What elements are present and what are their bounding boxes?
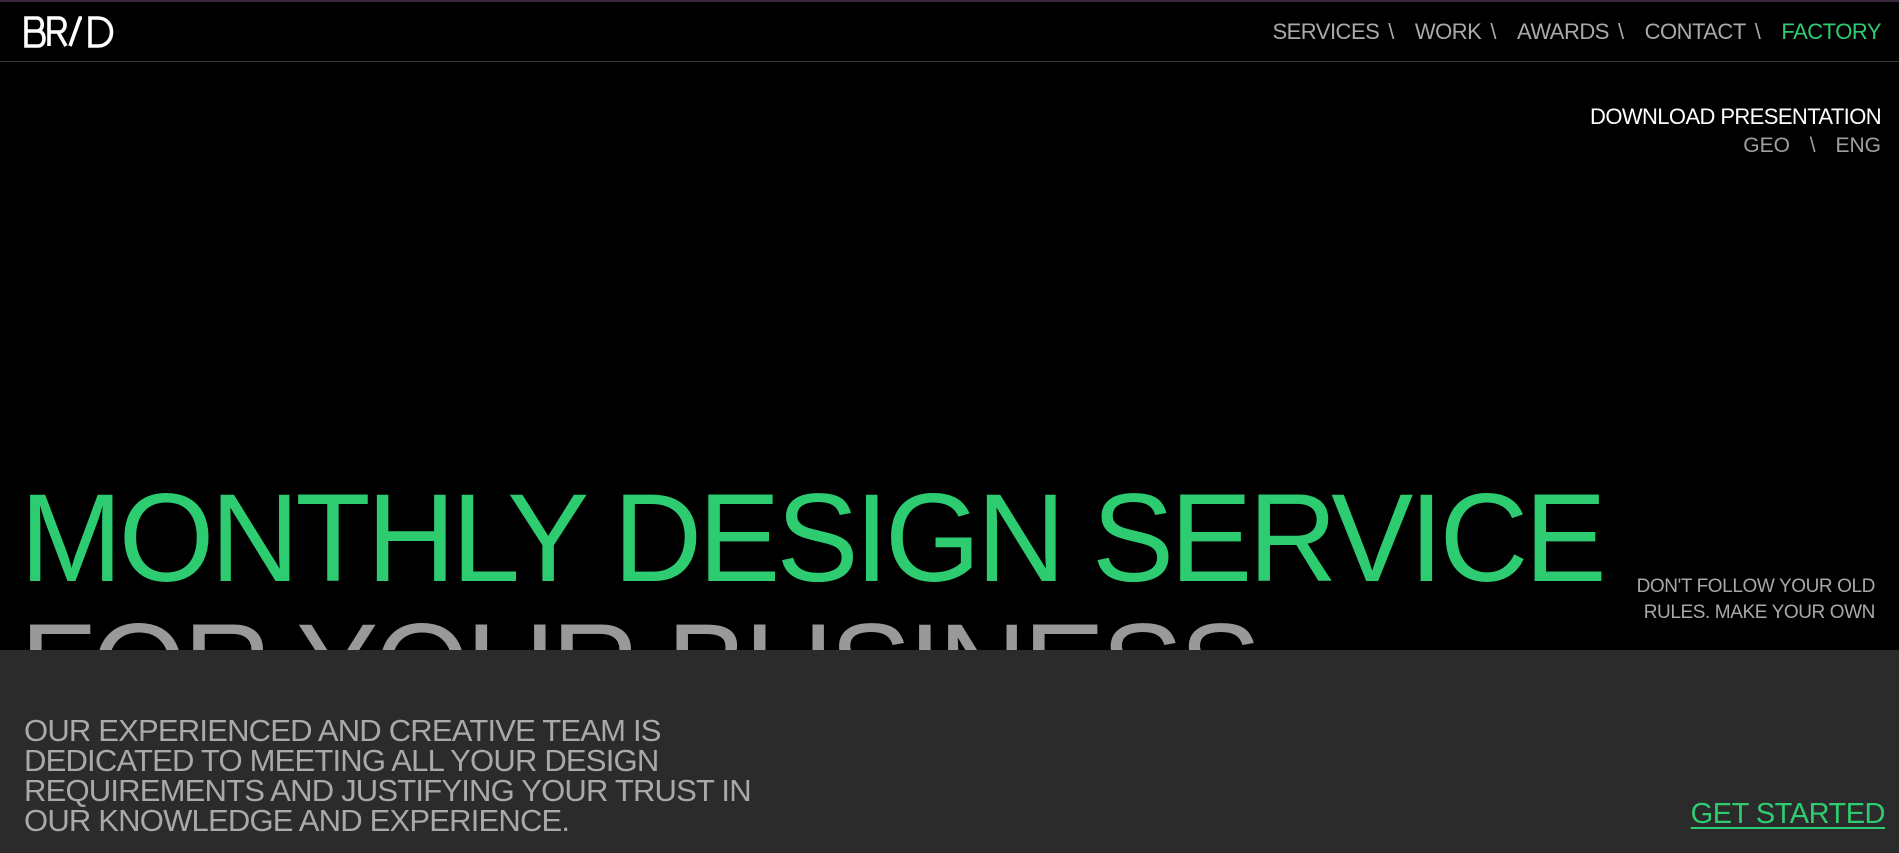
nav-contact[interactable]: CONTACT [1645, 19, 1747, 45]
hero-title-line1: MONTHLY DESIGN SERVICE [20, 468, 1607, 608]
brad-logo[interactable]: BRAD [24, 16, 116, 48]
nav-separator: \ [1754, 19, 1761, 44]
nav-awards[interactable]: AWARDS [1517, 19, 1609, 45]
hero-tagline: DON'T FOLLOW YOUR OLD RULES. MAKE YOUR O… [1636, 574, 1876, 626]
main-nav: SERVICES \ WORK \ AWARDS \ CONTACT \ FAC… [1272, 19, 1881, 45]
lang-geo[interactable]: GEO [1743, 134, 1790, 157]
nav-services[interactable]: SERVICES [1272, 19, 1379, 45]
get-started-link[interactable]: GET STARTED [1691, 798, 1886, 831]
intro-text: OUR EXPERIENCED AND CREATIVE TEAM IS DED… [24, 713, 752, 838]
logo-mark-icon [24, 16, 114, 48]
site-header: BRAD SERVICES \ WORK \ AWARDS \ [0, 2, 1899, 62]
nav-work[interactable]: WORK [1415, 19, 1482, 45]
lang-separator: \ [1809, 134, 1816, 157]
nav-separator: \ [1490, 19, 1496, 44]
tagline-line1: DON'T FOLLOW YOUR OLD [1636, 576, 1876, 597]
intro-section: OUR EXPERIENCED AND CREATIVE TEAM IS DED… [0, 650, 1899, 853]
download-presentation-link[interactable]: DOWNLOAD PRESENTATION [1590, 104, 1882, 130]
tagline-line2: RULES. MAKE YOUR OWN [1643, 602, 1876, 623]
language-switcher: GEO \ ENG [1743, 134, 1881, 158]
page: BRAD SERVICES \ WORK \ AWARDS \ [0, 0, 1899, 853]
lang-eng[interactable]: ENG [1835, 134, 1881, 157]
nav-factory[interactable]: FACTORY [1781, 19, 1881, 45]
nav-separator: \ [1617, 19, 1624, 44]
nav-separator: \ [1388, 19, 1394, 44]
